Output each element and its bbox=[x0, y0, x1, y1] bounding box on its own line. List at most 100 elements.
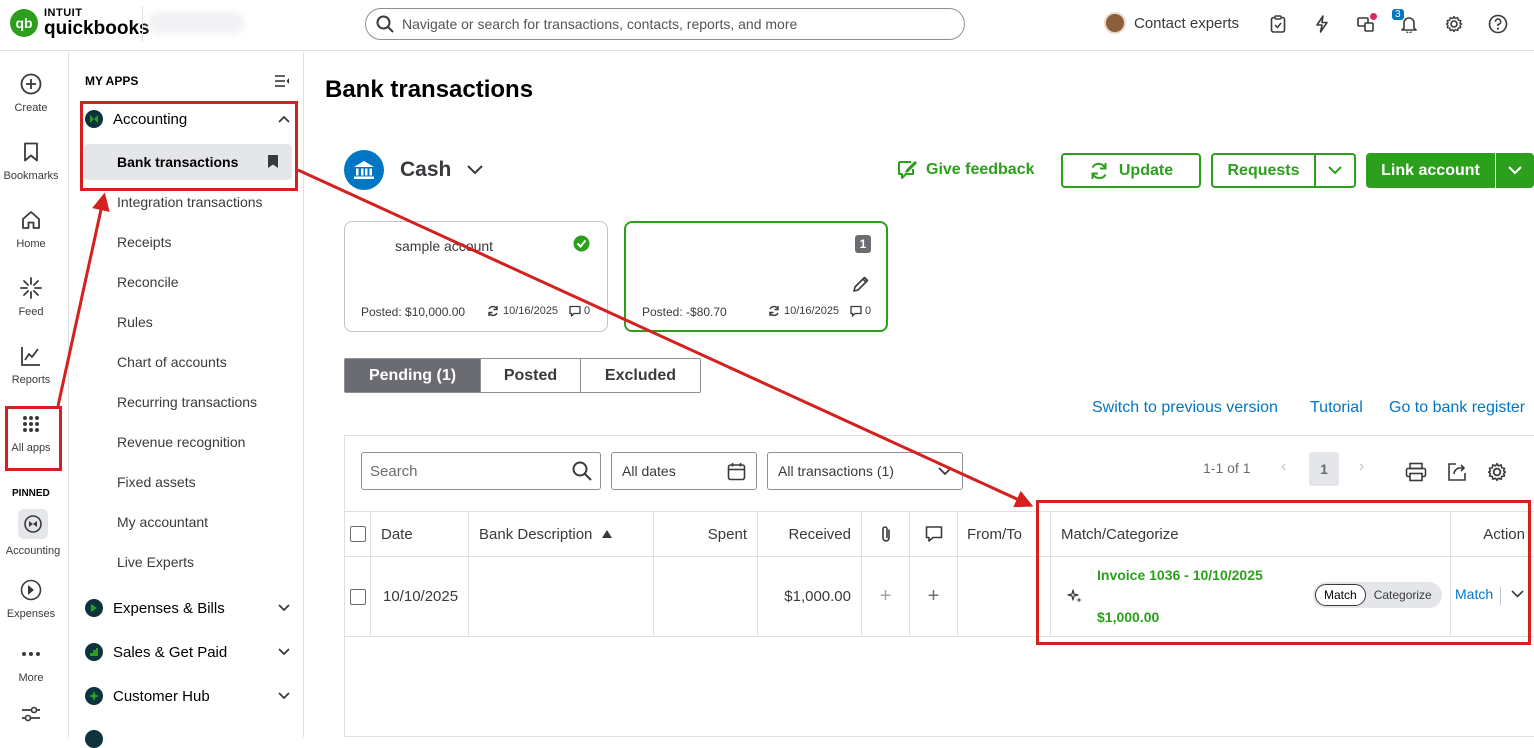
tab-pending[interactable]: Pending (1) bbox=[345, 359, 481, 392]
tab-posted[interactable]: Posted bbox=[481, 359, 581, 392]
col-from-to[interactable]: From/To bbox=[958, 512, 1051, 556]
sub-item-chart-of-accounts[interactable]: Chart of accounts bbox=[117, 354, 227, 370]
action-match-link[interactable]: Match bbox=[1455, 586, 1493, 602]
sub-item-bank-transactions[interactable]: Bank transactions bbox=[84, 144, 292, 180]
col-spent[interactable]: Spent bbox=[654, 512, 758, 556]
pager-page-button[interactable]: 1 bbox=[1309, 452, 1339, 486]
add-attachment-plus-icon[interactable]: + bbox=[880, 585, 892, 608]
tutorial-link[interactable]: Tutorial bbox=[1310, 399, 1363, 417]
gear-icon[interactable] bbox=[1443, 13, 1465, 35]
export-icon[interactable] bbox=[1447, 462, 1467, 482]
settings-gear-icon[interactable] bbox=[1487, 462, 1507, 482]
chevron-down-icon[interactable] bbox=[1316, 166, 1354, 175]
apps-grid-icon[interactable] bbox=[1355, 13, 1377, 35]
left-rail: Create Bookmarks Home Feed Reports All a… bbox=[0, 52, 69, 737]
rail-expenses[interactable]: Expenses bbox=[0, 578, 62, 620]
rail-accounting[interactable]: Accounting bbox=[2, 509, 64, 557]
table-row[interactable]: 10/10/2025 $1,000.00 + + Invoice 1036 - … bbox=[345, 557, 1534, 637]
toggle-match[interactable]: Match bbox=[1315, 584, 1366, 606]
tab-excluded[interactable]: Excluded bbox=[581, 359, 700, 392]
sub-item-revenue-recognition[interactable]: Revenue recognition bbox=[117, 434, 245, 450]
print-icon[interactable] bbox=[1405, 462, 1427, 482]
match-invoice-title[interactable]: Invoice 1036 - 10/10/2025 bbox=[1097, 567, 1263, 583]
rail-more[interactable]: More bbox=[0, 642, 62, 684]
home-icon bbox=[19, 208, 43, 232]
section-customer-hub-label: Customer Hub bbox=[113, 687, 210, 705]
rail-reports[interactable]: Reports bbox=[0, 344, 62, 386]
rail-feed-label: Feed bbox=[18, 306, 44, 318]
contact-experts-button[interactable]: Contact experts bbox=[1104, 12, 1239, 34]
sub-item-rules[interactable]: Rules bbox=[117, 314, 153, 330]
my-apps-heading: MY APPS bbox=[85, 74, 139, 88]
date-filter[interactable]: All dates bbox=[611, 452, 757, 490]
col-date[interactable]: Date bbox=[371, 512, 469, 556]
sub-item-reconcile[interactable]: Reconcile bbox=[117, 274, 178, 290]
chevron-down-icon bbox=[278, 604, 290, 612]
account-card-comment-count: 0 bbox=[865, 305, 872, 317]
chevron-down-icon[interactable] bbox=[1496, 166, 1534, 175]
section-accounting[interactable]: Accounting bbox=[85, 110, 290, 128]
bank-register-link[interactable]: Go to bank register bbox=[1389, 399, 1525, 417]
row-checkbox[interactable] bbox=[349, 588, 366, 605]
rail-home[interactable]: Home bbox=[0, 208, 62, 250]
plus-circle-icon bbox=[19, 72, 43, 96]
row-from-to[interactable] bbox=[958, 557, 1051, 636]
global-search-input[interactable] bbox=[402, 16, 942, 32]
account-card-cash[interactable]: 1 Posted: -$80.70 10/16/2025 0 bbox=[624, 221, 888, 332]
sub-item-receipts[interactable]: Receipts bbox=[117, 234, 171, 250]
rail-create[interactable]: Create bbox=[0, 72, 62, 114]
transaction-type-filter[interactable]: All transactions (1) bbox=[767, 452, 963, 490]
bell-icon[interactable]: 3 bbox=[1392, 9, 1420, 35]
account-card-comments[interactable]: 0 bbox=[850, 305, 871, 317]
section-sales-get-paid[interactable]: Sales & Get Paid bbox=[85, 643, 290, 661]
collapse-menu-icon[interactable] bbox=[274, 74, 290, 88]
dots-grid-icon bbox=[19, 412, 43, 436]
quickbooks-logo[interactable]: qb INTUIT quickbooks bbox=[10, 8, 150, 38]
section-partial[interactable] bbox=[85, 730, 290, 748]
toggle-categorize[interactable]: Categorize bbox=[1366, 584, 1440, 606]
account-card-sample[interactable]: sample account Posted: $10,000.00 10/16/… bbox=[344, 221, 608, 332]
clipboard-icon[interactable] bbox=[1267, 13, 1289, 35]
global-search[interactable] bbox=[365, 8, 965, 40]
link-account-button[interactable]: Link account bbox=[1366, 153, 1534, 188]
col-bank-description[interactable]: Bank Description bbox=[469, 512, 654, 556]
bookmark-filled-icon[interactable] bbox=[268, 155, 278, 168]
sub-item-live-experts[interactable]: Live Experts bbox=[117, 554, 194, 570]
sub-item-recurring-transactions[interactable]: Recurring transactions bbox=[117, 394, 257, 410]
select-all-cell bbox=[345, 512, 371, 556]
pencil-icon[interactable] bbox=[852, 275, 870, 293]
check-circle-icon bbox=[573, 235, 590, 252]
rail-bookmarks[interactable]: Bookmarks bbox=[0, 140, 62, 182]
select-all-checkbox[interactable] bbox=[349, 526, 366, 542]
refresh-icon bbox=[1089, 161, 1109, 181]
sub-item-fixed-assets[interactable]: Fixed assets bbox=[117, 474, 196, 490]
rail-all-apps[interactable]: All apps bbox=[0, 412, 62, 454]
rail-customize[interactable] bbox=[0, 702, 62, 726]
rail-all-apps-label: All apps bbox=[11, 442, 51, 454]
col-received[interactable]: Received bbox=[758, 512, 862, 556]
rail-feed[interactable]: Feed bbox=[0, 276, 62, 318]
expenses-app-icon bbox=[85, 599, 103, 617]
transaction-search[interactable] bbox=[361, 452, 601, 490]
add-attachment-cell: + bbox=[862, 557, 910, 636]
lightning-icon[interactable] bbox=[1311, 13, 1333, 35]
switch-version-link[interactable]: Switch to previous version bbox=[1092, 399, 1278, 417]
transaction-search-input[interactable] bbox=[370, 462, 570, 480]
section-expenses-bills[interactable]: Expenses & Bills bbox=[85, 599, 290, 617]
requests-button[interactable]: Requests bbox=[1211, 153, 1356, 188]
qb-logo-mark: qb bbox=[10, 9, 38, 37]
section-customer-hub[interactable]: Customer Hub bbox=[85, 687, 290, 705]
help-icon[interactable] bbox=[1487, 13, 1509, 35]
account-card-comments[interactable]: 0 bbox=[569, 305, 590, 317]
chevron-down-icon[interactable] bbox=[1511, 590, 1524, 598]
pager-next-icon[interactable]: › bbox=[1359, 458, 1364, 476]
update-button[interactable]: Update bbox=[1061, 153, 1201, 188]
sub-item-integration-transactions[interactable]: Integration transactions bbox=[117, 194, 263, 210]
sync-icon bbox=[768, 305, 780, 317]
add-comment-plus-icon[interactable]: + bbox=[928, 585, 940, 608]
transactions-panel: All dates All transactions (1) 1-1 of 1 … bbox=[344, 435, 1534, 737]
give-feedback-link[interactable]: Give feedback bbox=[896, 160, 1035, 180]
sub-item-my-accountant[interactable]: My accountant bbox=[117, 514, 208, 530]
account-selector[interactable]: Cash bbox=[344, 150, 484, 190]
pager-prev-icon[interactable]: ‹ bbox=[1281, 458, 1286, 476]
